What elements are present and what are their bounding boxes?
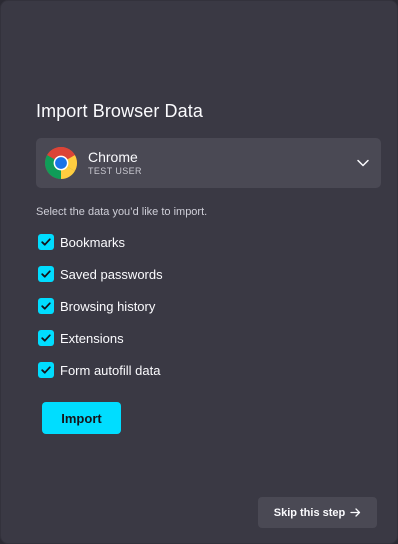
option-label: Extensions [60,330,124,346]
skip-step-button[interactable]: Skip this step [258,497,377,528]
checkbox-bookmarks[interactable] [38,234,54,250]
option-browsing-history[interactable]: Browsing history [38,297,155,315]
checkbox-form-autofill[interactable] [38,362,54,378]
checkmark-icon [41,270,51,278]
checkmark-icon [41,366,51,374]
checkbox-browsing-history[interactable] [38,298,54,314]
browser-name: Chrome [88,149,138,165]
option-extensions[interactable]: Extensions [38,329,124,347]
option-label: Bookmarks [60,234,126,250]
import-button[interactable]: Import [42,402,121,434]
skip-step-label: Skip this step [273,506,346,519]
checkmark-icon [41,334,51,342]
option-saved-passwords[interactable]: Saved passwords [38,265,163,283]
chevron-down-icon [357,159,369,167]
option-label: Browsing history [60,298,156,314]
checkbox-extensions[interactable] [38,330,54,346]
checkmark-icon [41,238,51,246]
browser-select-dropdown[interactable]: Chrome TEST USER [36,138,381,188]
arrow-right-icon [350,508,361,517]
checkbox-saved-passwords[interactable] [38,266,54,282]
option-label: Form autofill data [60,362,161,378]
chrome-icon [45,147,77,179]
option-label: Saved passwords [60,266,163,282]
instruction-text: Select the data you’d like to import. [36,206,208,218]
import-dialog: Import Browser Data Chrome TEST USER Sel… [0,0,398,544]
option-form-autofill[interactable]: Form autofill data [38,361,160,379]
checkmark-icon [41,302,51,310]
browser-profile: TEST USER [88,166,142,176]
option-bookmarks[interactable]: Bookmarks [38,233,125,251]
dialog-title: Import Browser Data [36,101,203,121]
